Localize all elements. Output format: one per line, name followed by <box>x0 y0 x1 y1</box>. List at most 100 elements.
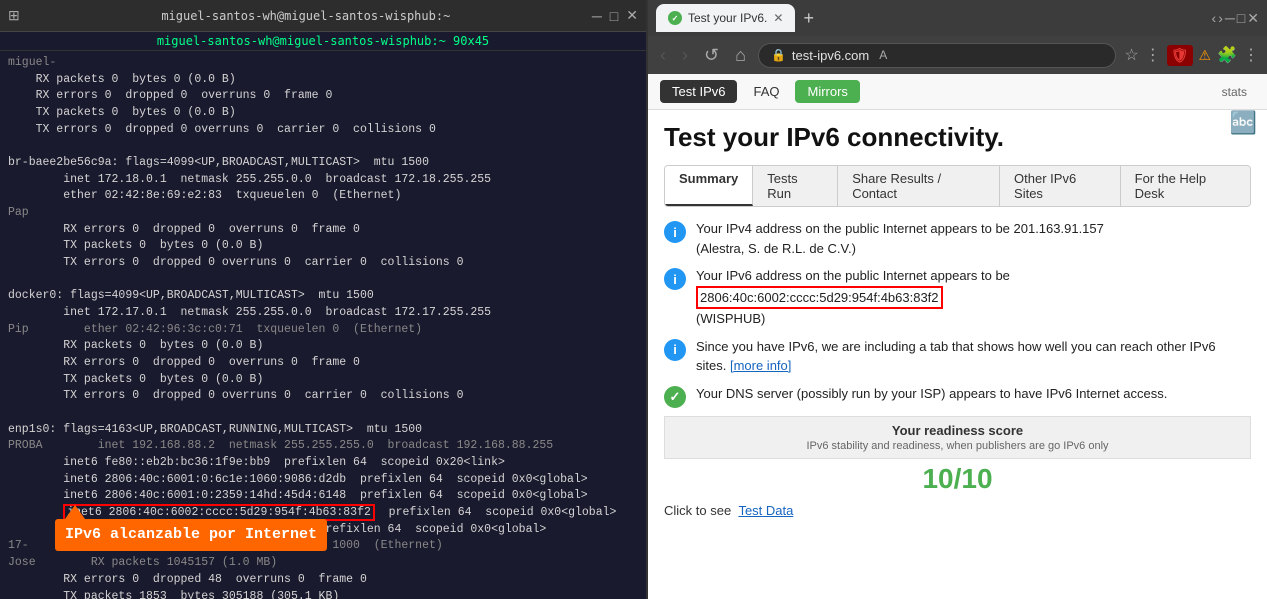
menu-button[interactable]: ⋮ <box>1243 45 1259 65</box>
url-text: test-ipv6.com <box>792 48 869 63</box>
info-icon-dns: ✓ <box>664 386 686 408</box>
terminal-line: inet 172.17.0.1 netmask 255.255.0.0 broa… <box>8 305 638 322</box>
readiness-sub: IPv6 stability and readiness, when publi… <box>677 440 1238 452</box>
terminal-line <box>8 138 638 155</box>
test-data-label: Click to see <box>664 503 731 518</box>
terminal-line: TX errors 0 dropped 0 overruns 0 carrier… <box>8 122 638 139</box>
tab-summary[interactable]: Summary <box>665 166 753 206</box>
terminal-line: inet6 2806:40c:6001:0:2359:14hd:45d4:614… <box>8 488 638 505</box>
tab-tests-run[interactable]: Tests Run <box>753 166 838 206</box>
terminal-line: RX errors 0 dropped 0 overruns 0 frame 0 <box>8 355 638 372</box>
terminal-line: Pip ether 02:42:96:3c:c0:71 txqueuelen 0… <box>8 322 638 339</box>
terminal-subtitle: miguel-santos-wh@miguel-santos-wisphub:~… <box>0 32 646 51</box>
ipv6-callout: IPv6 alcanzable por Internet <box>55 505 327 551</box>
share-icon[interactable]: ⋮ <box>1145 45 1161 65</box>
minimize-button[interactable]: ─ <box>592 8 602 24</box>
tab-other-ipv6-sites[interactable]: Other IPv6 Sites <box>1000 166 1121 206</box>
address-bar[interactable]: 🔒 test-ipv6.com A <box>758 43 1116 68</box>
close-button[interactable]: ✕ <box>626 7 638 24</box>
translate-icon-area: 🔤 <box>1230 110 1257 136</box>
shield-icon: 🛡 <box>1167 45 1193 66</box>
info-text-dns: Your DNS server (possibly run by your IS… <box>696 384 1167 404</box>
tab-title: Test your IPv6. <box>688 11 767 25</box>
content-tabs: Summary Tests Run Share Results / Contac… <box>664 165 1251 207</box>
extensions-icon[interactable]: 🧩 <box>1217 45 1237 65</box>
terminal-line: PROBA inet 192.168.88.2 netmask 255.255.… <box>8 438 638 455</box>
grid-icon: ⊞ <box>8 7 20 24</box>
terminal-controls: ─ □ ✕ <box>592 7 638 24</box>
browser-window: ✓ Test your IPv6. ✕ + ‹ › ─ □ ✕ ‹ › ↺ ⌂ … <box>648 0 1267 599</box>
terminal-line: TX packets 0 bytes 0 (0.0 B) <box>8 238 638 255</box>
terminal-line: inet6 2806:40c:6001:0:6c1e:1060:9086:d2d… <box>8 472 638 489</box>
terminal-line: inet 172.18.0.1 netmask 255.255.0.0 broa… <box>8 172 638 189</box>
ipv6-label: IPv6 alcanzable por Internet <box>55 519 327 551</box>
back-button[interactable]: ‹ <box>656 43 670 68</box>
tab-close-button[interactable]: ✕ <box>773 11 783 25</box>
terminal-line: RX packets 0 bytes 0 (0.0 B) <box>8 72 638 89</box>
terminal-line: br-baee2be56c9a: flags=4099<UP,BROADCAST… <box>8 155 638 172</box>
terminal-line: docker0: flags=4099<UP,BROADCAST,MULTICA… <box>8 288 638 305</box>
new-tab-button[interactable]: + <box>803 8 814 29</box>
site-nav-mirrors[interactable]: Mirrors <box>795 80 859 103</box>
tab-for-help-desk[interactable]: For the Help Desk <box>1121 166 1250 206</box>
info-item-ipv4: i Your IPv4 address on the public Intern… <box>664 219 1251 258</box>
maximize-browser-button[interactable]: □ <box>1237 10 1245 26</box>
minimize-browser-button[interactable]: ─ <box>1225 10 1235 26</box>
info-text-ipv4: Your IPv4 address on the public Internet… <box>696 219 1104 258</box>
readiness-label: Your readiness score <box>677 423 1238 438</box>
chevron-right-icon[interactable]: › <box>1218 10 1223 26</box>
info-item-ipv6: i Your IPv6 address on the public Intern… <box>664 266 1251 329</box>
terminal-line: miguel- <box>8 55 638 72</box>
browser-nav-controls: ‹ › ─ □ ✕ <box>1212 10 1259 27</box>
browser-tab[interactable]: ✓ Test your IPv6. ✕ <box>656 4 795 32</box>
info-icon-ipv4: i <box>664 221 686 243</box>
terminal-line: ether 02:42:8e:69:e2:83 txqueuelen 0 (Et… <box>8 188 638 205</box>
terminal-line: RX errors 0 dropped 0 overruns 0 frame 0 <box>8 222 638 239</box>
ipv6-arrow-icon <box>65 505 85 519</box>
readiness-bar: Your readiness score IPv6 stability and … <box>664 416 1251 459</box>
site-nav-faq[interactable]: FAQ <box>741 80 791 103</box>
terminal-line: Pap <box>8 205 638 222</box>
terminal-line: RX errors 0 dropped 48 overruns 0 frame … <box>8 572 638 589</box>
site-main: 🔤 Test your IPv6 connectivity. Summary T… <box>648 110 1267 599</box>
tab-share-results[interactable]: Share Results / Contact <box>838 166 1000 206</box>
maximize-button[interactable]: □ <box>610 8 618 24</box>
terminal-line <box>8 272 638 289</box>
lock-icon: 🔒 <box>771 48 786 62</box>
stats-link[interactable]: stats <box>1214 81 1255 103</box>
terminal-line: RX errors 0 dropped 0 overruns 0 frame 0 <box>8 88 638 105</box>
bookmark-icon[interactable]: ☆ <box>1124 45 1138 65</box>
terminal-titlebar: ⊞ miguel-santos-wh@miguel-santos-wisphub… <box>0 0 646 32</box>
terminal-line: TX packets 0 bytes 0 (0.0 B) <box>8 105 638 122</box>
translate-icon[interactable]: 🔤 <box>1230 110 1257 135</box>
forward-button[interactable]: › <box>678 43 692 68</box>
terminal-line: TX packets 0 bytes 0 (0.0 B) <box>8 372 638 389</box>
tab-favicon: ✓ <box>668 11 682 25</box>
site-nav-test-ipv6[interactable]: Test IPv6 <box>660 80 737 103</box>
toolbar-icons: ☆ ⋮ 🛡 ⚠ 🧩 ⋮ <box>1124 45 1259 66</box>
info-icon-ipv6: i <box>664 268 686 290</box>
info-item-dns: ✓ Your DNS server (possibly run by your … <box>664 384 1251 408</box>
info-item-ipv6-tab: i Since you have IPv6, we are including … <box>664 337 1251 376</box>
terminal-line: TX errors 0 dropped 0 overruns 0 carrier… <box>8 388 638 405</box>
home-button[interactable]: ⌂ <box>731 43 750 68</box>
chevron-left-icon[interactable]: ‹ <box>1212 10 1217 26</box>
info-text-ipv6-tab: Since you have IPv6, we are including a … <box>696 337 1251 376</box>
terminal-line <box>8 405 638 422</box>
browser-titlebar: ✓ Test your IPv6. ✕ + ‹ › ─ □ ✕ <box>648 0 1267 36</box>
translate-small-icon: A <box>879 48 887 62</box>
info-list: i Your IPv4 address on the public Intern… <box>664 219 1251 408</box>
terminal-line: enp1s0: flags=4163<UP,BROADCAST,RUNNING,… <box>8 422 638 439</box>
ipv6-address-box: 2806:40c:6002:cccc:5d29:954f:4b63:83f2 <box>696 286 943 310</box>
close-browser-button[interactable]: ✕ <box>1247 10 1259 27</box>
terminal-line: RX packets 0 bytes 0 (0.0 B) <box>8 338 638 355</box>
test-data-link[interactable]: Test Data <box>738 503 793 518</box>
site-nav: Test IPv6 FAQ Mirrors stats <box>648 74 1267 110</box>
warning-icon: ⚠ <box>1199 47 1212 64</box>
info-icon-ipv6-tab: i <box>664 339 686 361</box>
more-info-link[interactable]: [more info] <box>730 358 791 373</box>
terminal-line: TX errors 0 dropped 0 overruns 0 carrier… <box>8 255 638 272</box>
reload-button[interactable]: ↺ <box>700 43 723 68</box>
browser-toolbar: ‹ › ↺ ⌂ 🔒 test-ipv6.com A ☆ ⋮ 🛡 ⚠ 🧩 ⋮ <box>648 36 1267 74</box>
readiness-score: 10/10 <box>664 463 1251 495</box>
